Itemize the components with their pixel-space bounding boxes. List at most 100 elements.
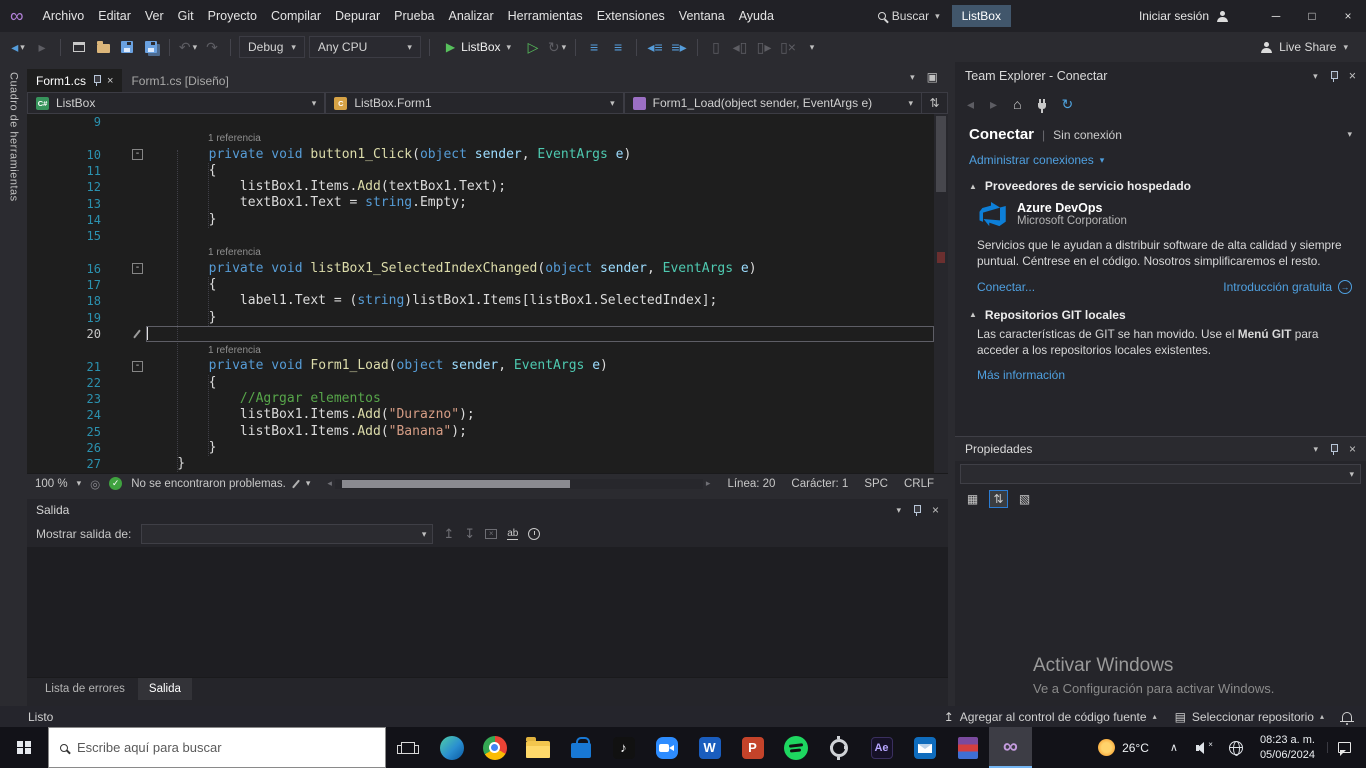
menu-archivo[interactable]: Archivo	[36, 6, 92, 26]
panel-tab-salida[interactable]: Salida	[137, 678, 192, 700]
decrease-indent-icon[interactable]: ◂≡	[645, 36, 665, 58]
problems-message[interactable]: No se encontraron problemas.	[131, 478, 286, 490]
code-line[interactable]: 20	[27, 325, 948, 343]
clear-all-icon[interactable]: ×	[485, 529, 498, 539]
line-number[interactable]: 20	[27, 327, 107, 341]
code-line[interactable]: 21 private void Form1_Load(object sender…	[27, 358, 948, 374]
minimize-button[interactable]: ─	[1258, 0, 1294, 32]
document-health-icon[interactable]: ◎	[90, 477, 100, 491]
line-number[interactable]: 14	[27, 213, 107, 227]
toolbox-strip-label[interactable]: Cuadro de herramientas	[8, 72, 20, 706]
fold-margin[interactable]	[107, 263, 146, 275]
code-lens-row[interactable]: 1 referencia	[27, 244, 948, 260]
property-pages-icon[interactable]: ▧	[1015, 490, 1034, 508]
powerpoint-icon[interactable]: P	[731, 727, 774, 768]
hot-reload-icon[interactable]: ↻ ▾	[547, 36, 567, 58]
live-share-button[interactable]: Live Share ▾	[1261, 40, 1358, 54]
code-line[interactable]: 11 {	[27, 163, 948, 179]
pin-icon[interactable]	[1330, 443, 1338, 455]
line-number[interactable]: 19	[27, 311, 107, 325]
search-input[interactable]: ListBox	[951, 5, 1011, 27]
menu-ver[interactable]: Ver	[138, 6, 171, 26]
code-line[interactable]: 27 }	[27, 456, 948, 472]
output-source-select[interactable]: ▾	[141, 524, 434, 544]
alphabetical-icon[interactable]: ⇅	[989, 490, 1008, 508]
code-line[interactable]: 10 private void button1_Click(object sen…	[27, 147, 948, 163]
more-info-link[interactable]: Más información	[977, 368, 1065, 382]
pin-icon[interactable]	[93, 75, 102, 86]
code-line[interactable]: 14 }	[27, 212, 948, 228]
start-button[interactable]	[0, 727, 48, 768]
chrome-icon[interactable]	[473, 727, 516, 768]
start-without-debugging-icon[interactable]: ▷	[523, 36, 543, 58]
zoom-icon[interactable]	[645, 727, 688, 768]
visual-studio-taskbar-icon[interactable]: ∞	[989, 727, 1032, 768]
increase-indent-icon[interactable]: ≡▸	[669, 36, 689, 58]
navigate-forward-icon[interactable]: ▸	[32, 36, 52, 58]
line-number[interactable]: 12	[27, 180, 107, 194]
close-button[interactable]: ×	[1330, 0, 1366, 32]
scroll-left-icon[interactable]: ◂	[327, 478, 332, 489]
project-dropdown[interactable]: C# ListBox ▾	[27, 92, 326, 114]
line-number[interactable]: 17	[27, 278, 107, 292]
categorized-icon[interactable]: ▦	[963, 490, 982, 508]
code-line[interactable]: 9	[27, 114, 948, 130]
panel-tab-lista-de-errores[interactable]: Lista de errores	[34, 678, 136, 700]
line-number[interactable]: 13	[27, 197, 107, 211]
after-effects-icon[interactable]: Ae	[860, 727, 903, 768]
open-file-icon[interactable]	[93, 36, 113, 58]
line-number[interactable]: 10	[27, 148, 107, 162]
sign-in-button[interactable]: Iniciar sesión	[1139, 9, 1228, 23]
volume-muted-icon[interactable]: ×	[1187, 740, 1220, 754]
toolbox-strip[interactable]: Cuadro de herramientas	[0, 62, 27, 706]
chevron-down-icon[interactable]: ▾	[1347, 129, 1352, 140]
toggle-bookmark-icon[interactable]: ▯	[706, 36, 726, 58]
new-project-icon[interactable]	[69, 36, 89, 58]
code-line[interactable]: 22 {	[27, 375, 948, 391]
network-icon[interactable]	[1220, 740, 1252, 756]
vertical-splitter[interactable]	[948, 62, 955, 706]
menu-git[interactable]: Git	[171, 6, 201, 26]
chevron-down-icon[interactable]: ▾	[1313, 71, 1318, 82]
menu-ventana[interactable]: Ventana	[672, 6, 732, 26]
line-number[interactable]: 26	[27, 441, 107, 455]
line-number[interactable]: 9	[27, 115, 107, 129]
refresh-icon[interactable]: ↻	[1062, 96, 1074, 113]
split-window-icon[interactable]: ⇅	[921, 92, 948, 114]
spaces-indicator[interactable]: SPC	[864, 478, 888, 490]
comment-icon[interactable]: ≡	[584, 36, 604, 58]
reference-count-label[interactable]: 1 referencia	[208, 245, 261, 261]
platform-dropdown[interactable]: Any CPU ▾	[308, 36, 421, 58]
code-line[interactable]: 23 //Agrgar elementos	[27, 391, 948, 407]
menu-editar[interactable]: Editar	[91, 6, 138, 26]
line-number[interactable]: 18	[27, 294, 107, 308]
manage-connections-link[interactable]: Administrar conexiones	[969, 153, 1094, 167]
goto-previous-message-icon[interactable]: ↥	[443, 526, 454, 542]
menu-herramientas[interactable]: Herramientas	[501, 6, 590, 26]
back-icon[interactable]: ◂	[967, 96, 974, 113]
maximize-button[interactable]: □	[1294, 0, 1330, 32]
menu-ayuda[interactable]: Ayuda	[732, 6, 781, 26]
tiktok-icon[interactable]: ♪	[602, 727, 645, 768]
line-number[interactable]: 23	[27, 392, 107, 406]
code-line[interactable]: 19 }	[27, 310, 948, 326]
menu-compilar[interactable]: Compilar	[264, 6, 328, 26]
scrollbar-thumb[interactable]	[342, 479, 571, 488]
close-panel-icon[interactable]: ×	[1349, 69, 1356, 83]
notifications-bell-icon[interactable]	[1340, 712, 1354, 725]
undo-icon[interactable]: ↶ ▾	[178, 36, 198, 58]
fold-margin[interactable]	[107, 149, 146, 161]
winrar-icon[interactable]	[946, 727, 989, 768]
menu-prueba[interactable]: Prueba	[387, 6, 441, 26]
mail-icon[interactable]	[903, 727, 946, 768]
navigate-back-icon[interactable]: ◂ ▾	[8, 36, 28, 58]
close-panel-icon[interactable]: ×	[1349, 442, 1356, 456]
chevron-down-icon[interactable]: ▾	[896, 505, 901, 516]
forward-icon[interactable]: ▸	[990, 96, 997, 113]
toolbar-overflow-icon[interactable]: ▾	[802, 36, 822, 58]
code-cleanup-icon[interactable]	[291, 479, 300, 488]
close-panel-icon[interactable]: ×	[932, 503, 939, 517]
code-line[interactable]: 18 label1.Text = (string)listBox1.Items[…	[27, 293, 948, 309]
code-line[interactable]: 12 listBox1.Items.Add(textBox1.Text);	[27, 179, 948, 195]
code-line[interactable]: 26 }	[27, 440, 948, 456]
